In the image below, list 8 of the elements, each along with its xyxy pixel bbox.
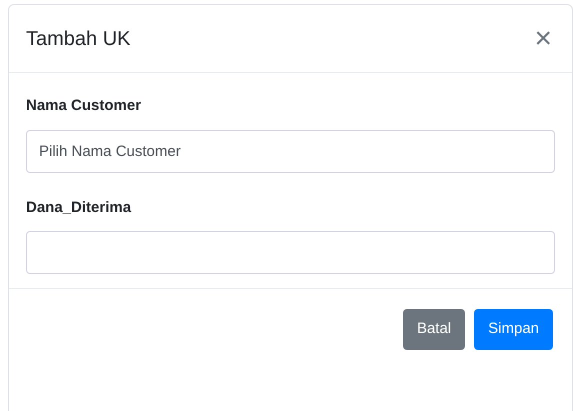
modal-title: Tambah UK bbox=[26, 26, 130, 52]
field-label: Nama Customer bbox=[26, 96, 142, 116]
field-label: Dana_Diterima bbox=[26, 198, 132, 218]
save-button[interactable]: Simpan bbox=[474, 309, 553, 350]
input-field[interactable] bbox=[26, 231, 555, 274]
input-field[interactable]: Pilih Nama Customer bbox=[26, 130, 555, 172]
close-button[interactable]: × bbox=[534, 24, 552, 54]
cancel-button[interactable]: Batal bbox=[402, 309, 466, 350]
